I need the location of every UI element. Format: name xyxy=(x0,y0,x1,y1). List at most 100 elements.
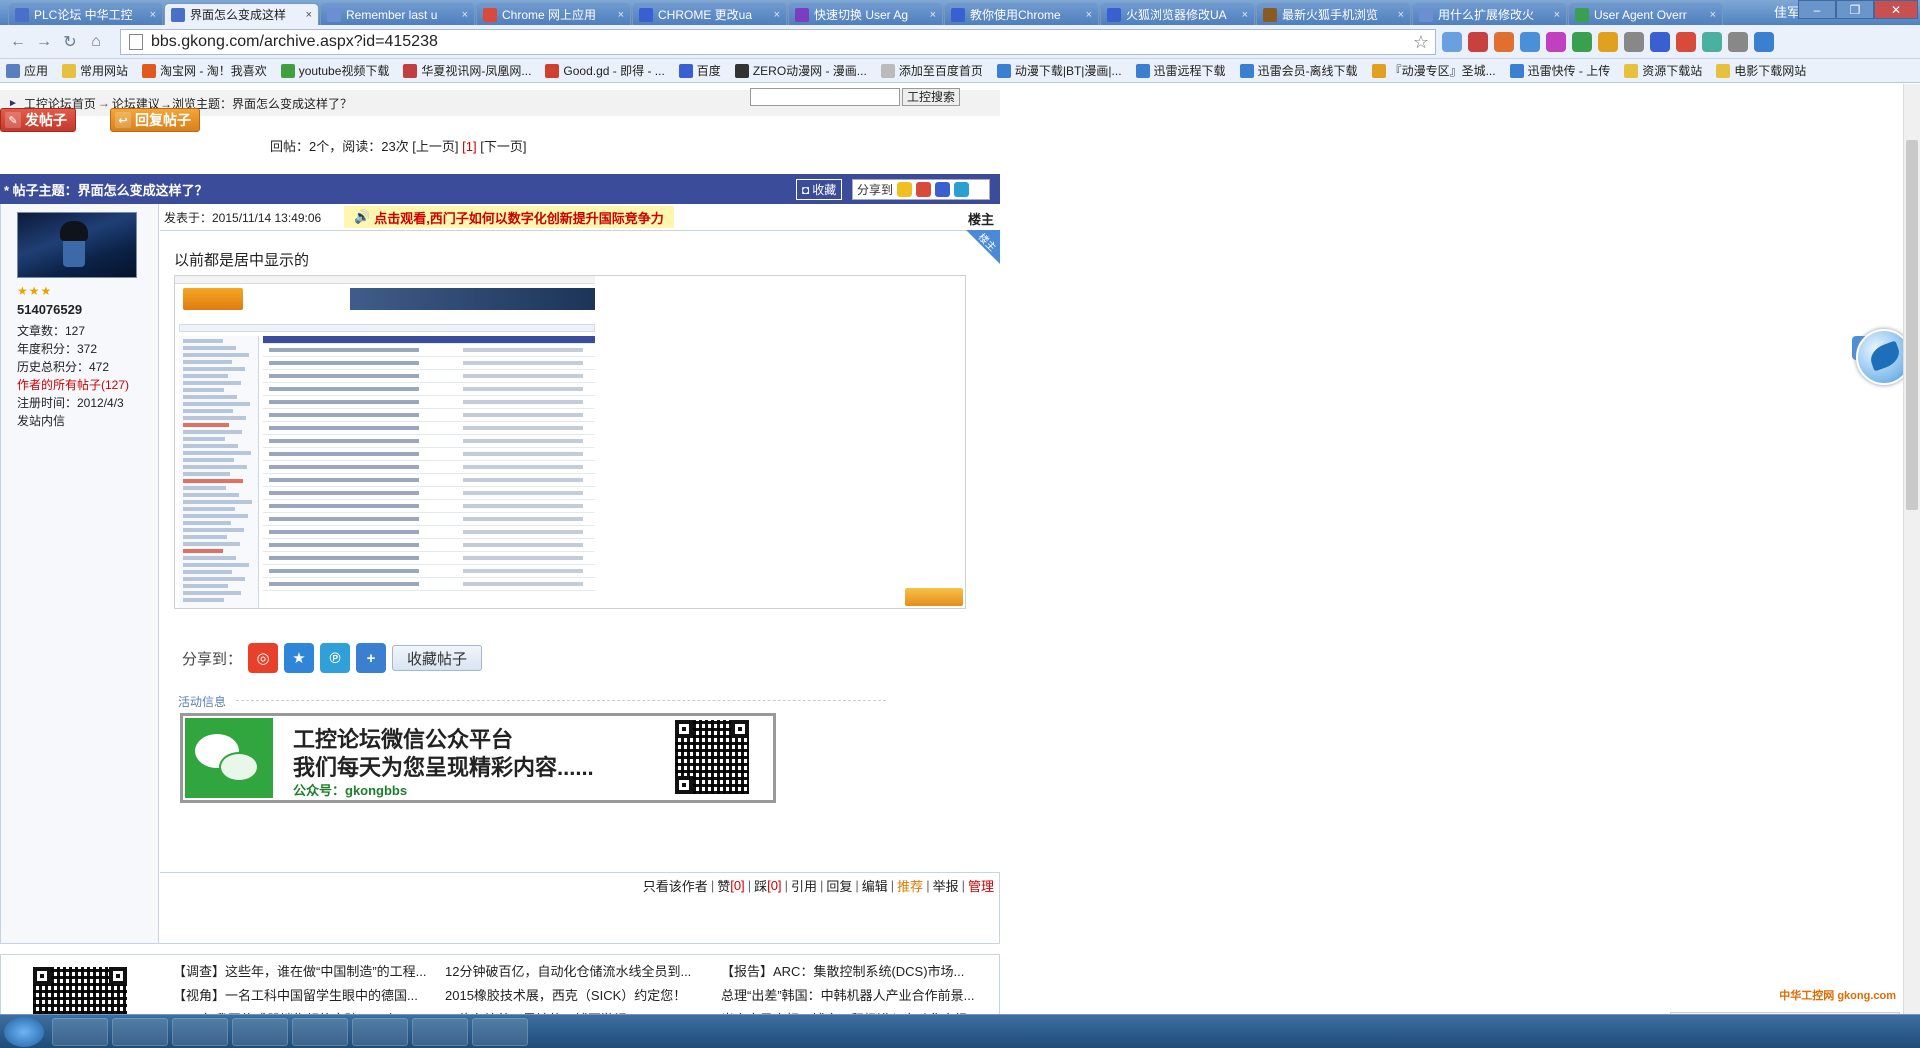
manage-link[interactable]: 管理 xyxy=(968,876,994,895)
recommend-link[interactable]: 推荐 xyxy=(897,876,923,895)
extension-icon[interactable] xyxy=(1650,32,1670,52)
news-link[interactable]: 总理“出差”韩国：中韩机器人产业合作前景... xyxy=(721,985,1003,1009)
bookmark-item[interactable]: 迅雷会员-离线下载 xyxy=(1239,62,1358,79)
maximize-button[interactable]: ❐ xyxy=(1836,0,1874,19)
author-only-link[interactable]: 只看该作者 xyxy=(643,876,708,895)
baidu-share-icon[interactable] xyxy=(935,182,951,197)
reply-link[interactable]: 回复 xyxy=(826,876,852,895)
tab-close-icon[interactable]: × xyxy=(462,9,468,21)
browser-tab[interactable]: 快速切换 User Ag × xyxy=(788,3,943,25)
browser-tab[interactable]: 用什么扩展修改火 × xyxy=(1412,3,1567,25)
author-name[interactable]: 514076529 xyxy=(17,302,82,317)
news-link[interactable]: 2015橡胶技术展，西克（SICK）约定您！ xyxy=(445,985,721,1009)
bookmark-item[interactable]: Good.gd - 即得 - ... xyxy=(545,62,665,79)
taskbar-app[interactable] xyxy=(292,1018,348,1046)
more-share-icon[interactable]: + xyxy=(356,643,387,673)
browser-tab[interactable]: 界面怎么变成这样 × xyxy=(164,3,319,25)
next-page-link[interactable]: [下一页] xyxy=(477,139,526,154)
taskbar-app[interactable] xyxy=(412,1018,468,1046)
news-link[interactable]: 【报告】ARC：集散控制系统(DCS)市场... xyxy=(721,961,1003,985)
bookmark-item[interactable]: 迅雷快传 - 上传 xyxy=(1509,62,1610,79)
like-link[interactable]: 赞 xyxy=(717,876,730,895)
bookmark-item[interactable]: 『动漫专区』圣城... xyxy=(1371,62,1496,79)
browser-tab[interactable]: Remember last u × xyxy=(320,3,475,25)
tencent-weibo-icon[interactable]: ℗ xyxy=(320,643,351,673)
taskbar-app[interactable] xyxy=(352,1018,408,1046)
address-url[interactable]: bbs.gkong.com/archive.aspx?id=415238 xyxy=(151,33,1413,51)
forum-search-button[interactable]: 工控搜索 xyxy=(902,88,961,106)
bookmark-item[interactable]: youtube视频下载 xyxy=(280,62,389,79)
tencent-share-icon[interactable] xyxy=(954,182,970,197)
bookmark-item[interactable]: 华夏视讯网-凤凰网... xyxy=(403,62,531,79)
bookmark-item[interactable]: 迅雷远程下载 xyxy=(1135,62,1226,79)
collect-post-button[interactable]: 收藏帖子 xyxy=(392,645,483,671)
news-link[interactable]: 【视角】一名工科中国留学生眼中的德国... xyxy=(173,985,445,1009)
wechat-banner[interactable]: 工控论坛微信公众平台 我们每天为您呈现精彩内容...... 公众号：gkongb… xyxy=(180,713,776,803)
browser-tab[interactable]: 火狐浏览器修改UA × xyxy=(1100,3,1255,25)
bookmark-star-icon[interactable]: ☆ xyxy=(1413,32,1429,53)
extension-icon[interactable] xyxy=(1728,32,1748,52)
home-icon[interactable]: ⌂ xyxy=(84,30,108,54)
tab-close-icon[interactable]: × xyxy=(1242,9,1248,21)
quote-link[interactable]: 引用 xyxy=(791,876,817,895)
extension-icon[interactable] xyxy=(1702,32,1722,52)
bookmark-item[interactable]: ZERO动漫网 - 漫画... xyxy=(734,62,867,79)
extension-icon[interactable] xyxy=(1546,32,1566,52)
scrollbar-thumb[interactable] xyxy=(1906,140,1918,510)
extension-icon[interactable] xyxy=(1624,32,1644,52)
dislike-link[interactable]: 踩 xyxy=(754,876,767,895)
tab-close-icon[interactable]: × xyxy=(774,9,780,21)
author-all-posts-link[interactable]: 作者的所有帖子(127) xyxy=(17,376,129,393)
attached-screenshot[interactable] xyxy=(174,275,966,609)
bookmark-item[interactable]: 添加至百度首页 xyxy=(880,62,983,79)
extension-icon[interactable] xyxy=(1676,32,1696,52)
news-link[interactable]: 【调查】这些年，谁在做“中国制造”的工程... xyxy=(173,961,445,985)
extension-icon[interactable] xyxy=(1468,32,1488,52)
extension-icon[interactable] xyxy=(1442,32,1462,52)
current-page-link[interactable]: [1] xyxy=(462,139,476,154)
reload-icon[interactable]: ↻ xyxy=(58,30,82,54)
qzone-icon[interactable]: ★ xyxy=(284,643,315,673)
tab-close-icon[interactable]: × xyxy=(930,9,936,21)
back-arrow-icon[interactable]: ← xyxy=(6,30,30,54)
extension-icon[interactable] xyxy=(1572,32,1592,52)
tab-close-icon[interactable]: × xyxy=(1710,9,1716,21)
forum-search-input[interactable] xyxy=(750,88,900,106)
edit-link[interactable]: 编辑 xyxy=(862,876,888,895)
qzone-share-icon[interactable] xyxy=(897,182,913,197)
reply-post-button[interactable]: ↩ 回复帖子 xyxy=(110,108,200,132)
taskbar-app[interactable] xyxy=(232,1018,288,1046)
tab-close-icon[interactable]: × xyxy=(1554,9,1560,21)
vertical-scrollbar[interactable] xyxy=(1903,84,1920,1014)
bookmark-item[interactable]: 百度 xyxy=(678,62,721,79)
tab-close-icon[interactable]: × xyxy=(150,9,156,21)
bookmark-item[interactable]: 常用网站 xyxy=(62,62,128,79)
tab-close-icon[interactable]: × xyxy=(306,9,312,21)
report-link[interactable]: 举报 xyxy=(933,876,959,895)
bookmark-item[interactable]: 电影下载网站 xyxy=(1716,62,1806,79)
bookmark-item[interactable]: 应用 xyxy=(6,62,48,79)
taskbar-app[interactable] xyxy=(112,1018,168,1046)
extension-icon[interactable] xyxy=(1598,32,1618,52)
window-close-button[interactable]: ✕ xyxy=(1874,0,1918,19)
avatar[interactable] xyxy=(17,212,137,278)
extension-icon[interactable] xyxy=(1754,32,1774,52)
minimize-button[interactable]: – xyxy=(1798,0,1836,19)
tab-close-icon[interactable]: × xyxy=(618,9,624,21)
address-bar[interactable]: bbs.gkong.com/archive.aspx?id=415238 ☆ xyxy=(120,29,1436,55)
browser-tab[interactable]: Chrome 网上应用 × xyxy=(476,3,631,25)
browser-tab[interactable]: 教你使用Chrome × xyxy=(944,3,1099,25)
news-link[interactable]: 12分钟破百亿，自动化仓储流水线全员到... xyxy=(445,961,721,985)
bookmark-item[interactable]: 资源下载站 xyxy=(1624,62,1702,79)
browser-tab[interactable]: 最新火狐手机浏览 × xyxy=(1256,3,1411,25)
browser-tab[interactable]: PLC论坛 中华工控 × xyxy=(8,3,163,25)
tab-close-icon[interactable]: × xyxy=(1398,9,1404,21)
weibo-icon[interactable]: ◎ xyxy=(248,643,279,673)
forward-arrow-icon[interactable]: → xyxy=(32,30,56,54)
new-post-button[interactable]: ✎ 发帖子 xyxy=(0,108,76,132)
weibo-share-icon[interactable] xyxy=(916,182,932,197)
extension-icon[interactable] xyxy=(1494,32,1514,52)
start-button[interactable] xyxy=(4,1017,44,1047)
browser-user-label[interactable]: 佳军 xyxy=(1774,2,1800,21)
bookmark-item[interactable]: 淘宝网 - 淘！我喜欢 xyxy=(142,62,267,79)
